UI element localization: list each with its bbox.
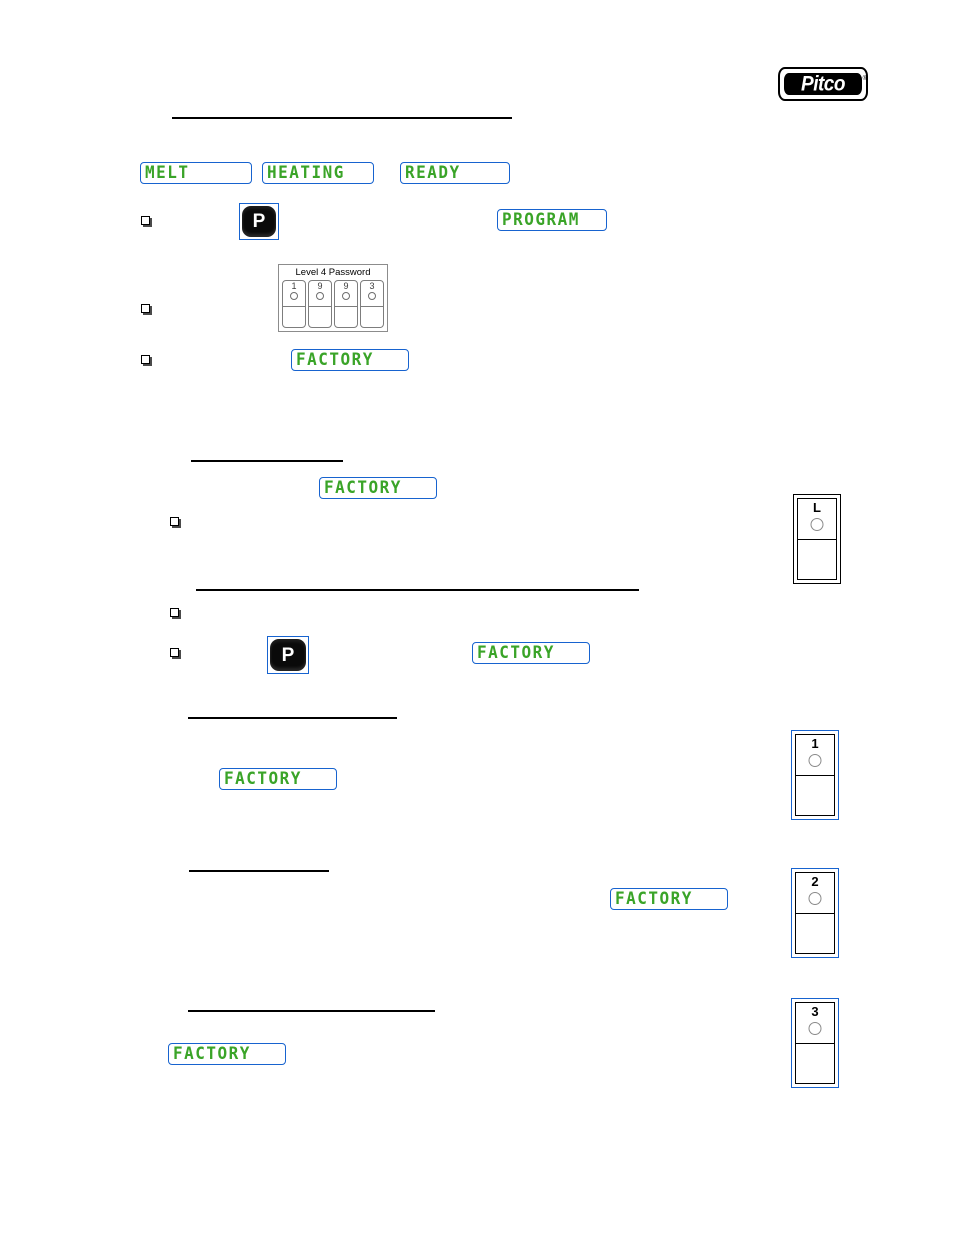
logo-outer-frame: Pitco — [778, 67, 868, 101]
password-key-top: 9 — [335, 281, 357, 307]
logo-wordmark: Pitco — [801, 72, 845, 96]
lcd-display-factory-2: FACTORY — [319, 477, 437, 499]
side-key-bottom — [796, 1044, 834, 1083]
lcd-display-ready: READY — [400, 162, 510, 184]
program-key-button[interactable]: P — [239, 203, 279, 240]
password-digit-key[interactable]: 3 — [360, 280, 384, 328]
led-indicator-icon — [316, 292, 324, 300]
led-indicator-icon — [808, 1022, 822, 1035]
side-key-label: 2 — [811, 874, 819, 889]
trademark-symbol: ® — [862, 76, 867, 82]
checkbox-bullet-icon — [170, 608, 179, 617]
side-key-top: 2 — [796, 873, 834, 914]
keypad-title: Level 4 Password — [295, 267, 371, 278]
side-key-label: L — [813, 500, 821, 515]
side-key-top: 3 — [796, 1003, 834, 1044]
password-key-top: 9 — [309, 281, 331, 307]
side-key-bottom — [798, 540, 836, 579]
side-key-label: 3 — [811, 1004, 819, 1019]
side-key-label: 1 — [811, 736, 819, 751]
section-underline — [172, 117, 512, 119]
logo-inner-plate: Pitco — [784, 73, 862, 95]
section-underline — [191, 460, 343, 462]
section-underline — [196, 589, 639, 591]
lcd-display-factory-6: FACTORY — [168, 1043, 286, 1065]
lcd-display-factory-1: FACTORY — [291, 349, 409, 371]
side-key-2[interactable]: 2 — [791, 868, 839, 958]
lcd-display-text: MELT — [145, 162, 190, 183]
password-key-bottom — [335, 307, 357, 327]
password-key-bottom — [283, 307, 305, 327]
led-indicator-icon — [342, 292, 350, 300]
lcd-display-text: READY — [405, 162, 461, 183]
lcd-display-text: HEATING — [267, 162, 345, 183]
led-indicator-icon — [368, 292, 376, 300]
lcd-display-text: PROGRAM — [502, 209, 580, 230]
side-key-l[interactable]: L — [793, 494, 841, 584]
level-4-password-keypad: Level 4 Password 1993 — [278, 264, 388, 332]
program-key-cap: P — [270, 639, 306, 671]
checkbox-bullet-icon — [141, 304, 150, 313]
program-key-cap: P — [242, 206, 276, 237]
program-key-label: P — [252, 211, 266, 232]
side-key-1[interactable]: 1 — [791, 730, 839, 820]
checkbox-bullet-icon — [141, 355, 150, 364]
lcd-display-text: FACTORY — [615, 888, 693, 909]
section-underline — [188, 1010, 435, 1012]
side-key-body: 1 — [795, 734, 835, 816]
lcd-display-factory-3: FACTORY — [472, 642, 590, 664]
lcd-display-text: FACTORY — [296, 349, 374, 370]
checkbox-bullet-icon — [170, 648, 179, 657]
side-key-top: 1 — [796, 735, 834, 776]
password-key-number: 9 — [343, 281, 349, 291]
keypad-key-row: 1993 — [282, 280, 384, 328]
password-digit-key[interactable]: 9 — [308, 280, 332, 328]
password-key-number: 1 — [291, 281, 297, 291]
side-key-bottom — [796, 914, 834, 953]
lcd-display-factory-4: FACTORY — [219, 768, 337, 790]
lcd-display-text: FACTORY — [324, 477, 402, 498]
password-digit-key[interactable]: 9 — [334, 280, 358, 328]
lcd-display-factory-5: FACTORY — [610, 888, 728, 910]
section-underline — [189, 870, 329, 872]
checkbox-bullet-icon — [141, 216, 150, 225]
checkbox-bullet-icon — [170, 517, 179, 526]
manual-page: Pitco ® MELT HEATING READY PROGRAM FACTORY FA… — [0, 0, 954, 1235]
password-digit-key[interactable]: 1 — [282, 280, 306, 328]
lcd-display-text: FACTORY — [477, 642, 555, 663]
lcd-display-melt: MELT — [140, 162, 252, 184]
password-key-number: 9 — [317, 281, 323, 291]
program-key-label: P — [281, 644, 295, 666]
side-key-body: 2 — [795, 872, 835, 954]
led-indicator-icon — [810, 518, 824, 531]
password-key-top: 3 — [361, 281, 383, 307]
lcd-display-text: FACTORY — [173, 1043, 251, 1064]
lcd-display-text: FACTORY — [224, 768, 302, 789]
side-key-3[interactable]: 3 — [791, 998, 839, 1088]
lcd-display-heating: HEATING — [262, 162, 374, 184]
led-indicator-icon — [290, 292, 298, 300]
side-key-body: L — [797, 498, 837, 580]
led-indicator-icon — [808, 892, 822, 905]
led-indicator-icon — [808, 754, 822, 767]
pitco-logo: Pitco ® — [778, 67, 868, 101]
side-key-body: 3 — [795, 1002, 835, 1084]
side-key-bottom — [796, 776, 834, 815]
password-key-bottom — [309, 307, 331, 327]
section-underline — [188, 717, 397, 719]
lcd-display-program: PROGRAM — [497, 209, 607, 231]
password-key-bottom — [361, 307, 383, 327]
side-key-top: L — [798, 499, 836, 540]
program-key-button[interactable]: P — [267, 636, 309, 674]
password-key-top: 1 — [283, 281, 305, 307]
password-key-number: 3 — [369, 281, 375, 291]
